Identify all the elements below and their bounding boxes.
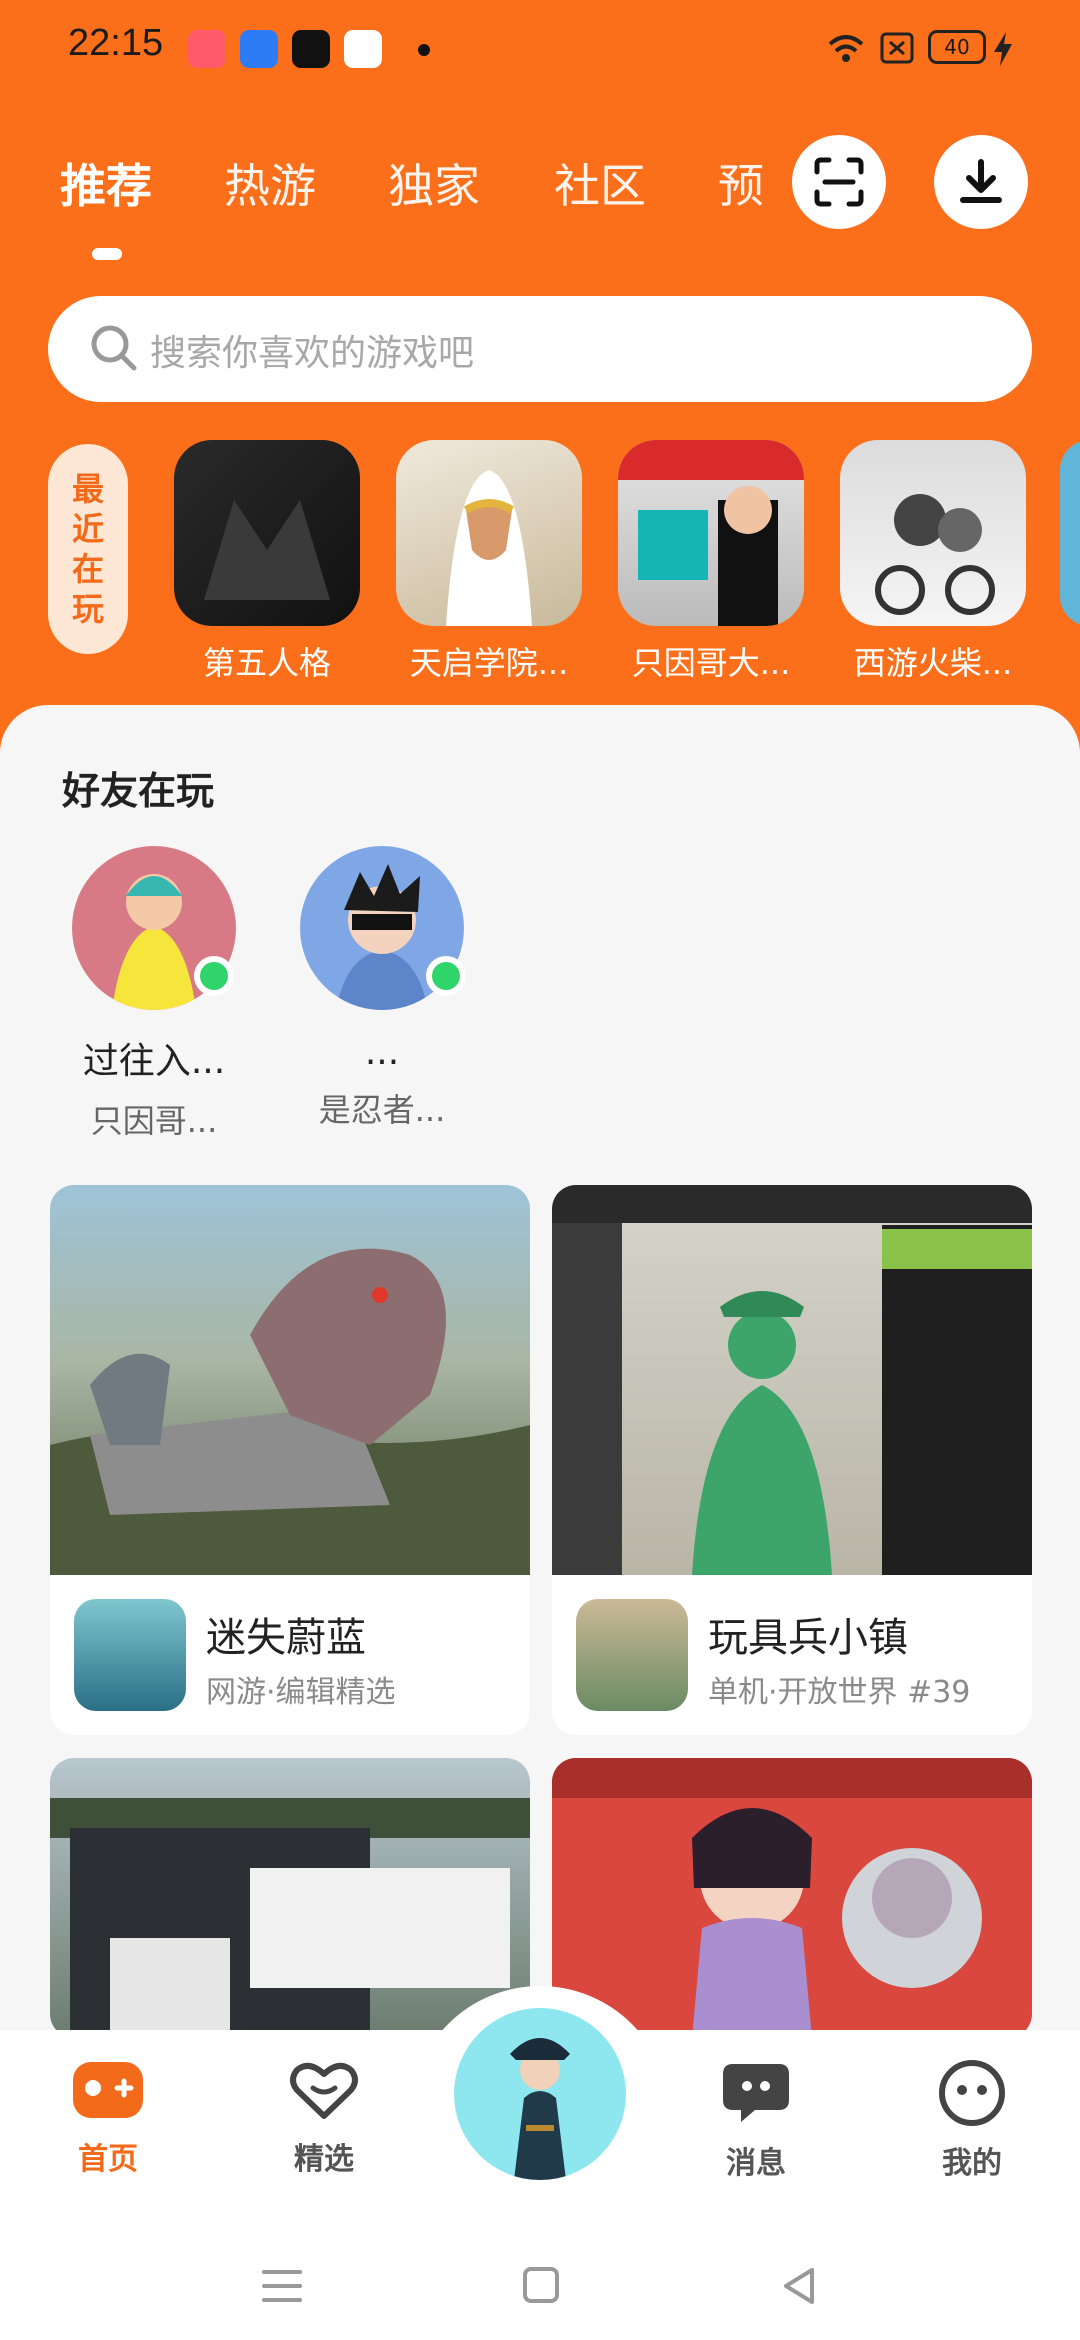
friend-name: 过往入... — [82, 1041, 226, 1082]
recent-label-char: 最 — [71, 470, 104, 508]
friends-title: 好友在玩 — [62, 769, 215, 813]
game-subtitle: 网游·编辑精选 — [206, 1675, 396, 1710]
game-title: 迷失蔚蓝 — [206, 1615, 366, 1661]
chat-bubble-icon — [723, 2064, 789, 2122]
battery-icon: 40 — [928, 30, 986, 64]
identity-v-game-icon — [174, 440, 360, 626]
search-bar[interactable]: 搜索你喜欢的游戏吧 — [48, 296, 1032, 402]
tianqi-academy-game-icon — [396, 440, 582, 626]
recent-label: 最 近 在 玩 — [48, 444, 128, 654]
messenger-app-icon — [240, 30, 278, 68]
scan-button[interactable] — [792, 135, 886, 229]
recent-game-name: 第五人格 — [202, 644, 331, 682]
game-app-icon — [74, 1599, 186, 1711]
tab-preorder[interactable]: 预 — [718, 150, 764, 216]
qq-app-icon — [292, 30, 330, 68]
game-card[interactable]: 玩具兵小镇 单机·开放世界 #39 — [552, 1185, 1032, 1735]
system-nav-bar — [0, 2210, 1080, 2340]
nav-featured-label: 精选 — [294, 2142, 354, 2177]
recent-game-name: 天启学院... — [409, 644, 569, 682]
back-triangle-icon[interactable] — [780, 2266, 816, 2306]
game-app-icon — [344, 30, 382, 68]
recent-label-char: 在 — [71, 550, 104, 588]
recent-label-char: 玩 — [71, 590, 104, 628]
recent-game-partial[interactable] — [1060, 440, 1080, 626]
game-card-image — [50, 1758, 530, 2038]
nav-featured[interactable]: 精选 — [264, 2060, 384, 2178]
recent-game-item[interactable]: 天启学院... — [396, 440, 582, 684]
face-icon — [939, 2060, 1005, 2126]
menu-icon[interactable] — [262, 2268, 302, 2304]
center-avatar-button[interactable] — [454, 2008, 626, 2180]
character-avatar — [510, 2038, 570, 2180]
tab-recommend[interactable]: 推荐 — [60, 150, 152, 216]
nav-profile[interactable]: 我的 — [912, 2060, 1032, 2182]
recent-game-name: 西游火柴... — [853, 644, 1013, 682]
download-button[interactable] — [934, 135, 1028, 229]
tab-community[interactable]: 社区 — [554, 150, 646, 216]
recent-game-item[interactable]: 西游火柴... — [840, 440, 1026, 684]
recent-game-name: 只因哥大... — [631, 644, 791, 682]
game-card[interactable]: 迷失蔚蓝 网游·编辑精选 — [50, 1185, 530, 1735]
online-status-dot — [426, 956, 466, 996]
recent-game-item[interactable]: 只因哥大... — [618, 440, 804, 684]
friend-game: 只因哥... — [90, 1102, 218, 1140]
game-card-image — [552, 1758, 1032, 2038]
friend-game: 是忍者... — [318, 1091, 446, 1129]
game-card-info: 玩具兵小镇 单机·开放世界 #39 — [552, 1575, 1032, 1735]
scan-icon — [814, 157, 864, 207]
friend-name: ... — [364, 1032, 400, 1073]
gamepad-icon — [73, 2062, 143, 2118]
search-placeholder: 搜索你喜欢的游戏吧 — [150, 333, 475, 374]
notification-dot — [418, 44, 430, 56]
game-card[interactable] — [552, 1758, 1032, 2038]
tab-exclusive[interactable]: 独家 — [388, 150, 480, 216]
nav-messages[interactable]: 消息 — [696, 2060, 816, 2182]
search-icon — [91, 325, 137, 371]
game-card-image — [552, 1185, 1032, 1575]
download-icon — [960, 159, 1002, 203]
online-status-dot — [194, 956, 234, 996]
wifi-icon — [828, 35, 864, 62]
xiyou-stickman-game-icon — [840, 440, 1026, 626]
nav-home[interactable]: 首页 — [48, 2060, 168, 2178]
ji-ge-battle-game-icon — [618, 440, 804, 626]
nav-messages-label: 消息 — [726, 2146, 786, 2181]
home-square-icon[interactable] — [522, 2266, 560, 2304]
friend-item[interactable]: 过往入... 只因哥... — [44, 846, 264, 1142]
game-app-icon — [576, 1599, 688, 1711]
game-subtitle: 单机·开放世界 #39 — [708, 1675, 971, 1710]
nav-home-label: 首页 — [78, 2142, 138, 2177]
game-title: 玩具兵小镇 — [708, 1615, 908, 1661]
status-bar: 22:15 40 — [0, 0, 1080, 96]
game-card-image — [50, 1185, 530, 1575]
music-app-icon — [188, 30, 226, 68]
tab-hot[interactable]: 热游 — [224, 150, 316, 216]
nav-profile-label: 我的 — [942, 2146, 1002, 2181]
sim-blocked-icon — [880, 32, 914, 64]
recent-game-item[interactable]: 第五人格 — [174, 440, 360, 684]
tab-indicator — [92, 248, 122, 260]
friend-item[interactable]: ... 是忍者... — [272, 846, 492, 1131]
charging-icon — [994, 32, 1012, 66]
game-card[interactable] — [50, 1758, 530, 2038]
heart-icon — [290, 2062, 358, 2119]
status-time: 22:15 — [68, 22, 164, 64]
game-card-info: 迷失蔚蓝 网游·编辑精选 — [50, 1575, 530, 1735]
recent-label-char: 近 — [71, 510, 104, 548]
